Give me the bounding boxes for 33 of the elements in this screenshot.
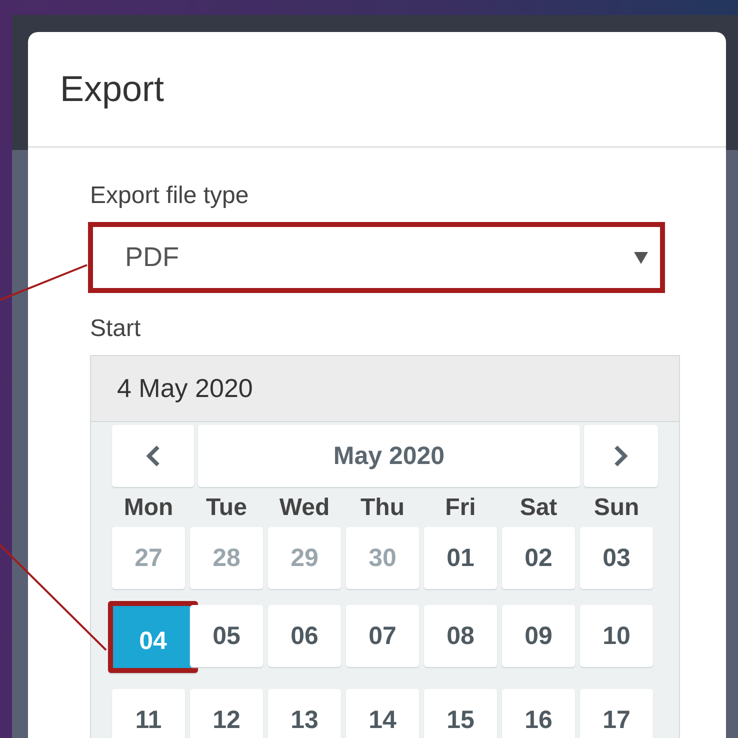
- day-cell[interactable]: 15: [424, 689, 497, 738]
- day-cell[interactable]: 09: [502, 605, 575, 667]
- chevron-left-icon: [145, 445, 161, 467]
- day-cell[interactable]: 03: [580, 527, 653, 589]
- day-cell[interactable]: 07: [346, 605, 419, 667]
- day-cell[interactable]: 14: [346, 689, 419, 738]
- file-type-select[interactable]: PDF: [88, 222, 665, 293]
- weekday-label: Thu: [360, 493, 406, 523]
- day-cell[interactable]: 06: [268, 605, 341, 667]
- field-label: Export file type: [90, 182, 250, 210]
- day-cell[interactable]: 13: [268, 689, 341, 738]
- weekday-label: Sat: [518, 493, 558, 523]
- day-cell[interactable]: 01: [424, 527, 497, 589]
- field-label: Start: [90, 315, 142, 343]
- chevron-right-icon: [613, 445, 629, 467]
- day-cell[interactable]: 10: [580, 605, 653, 667]
- weekday-label: Mon: [122, 493, 174, 523]
- day-cell[interactable]: 05: [190, 605, 263, 667]
- dialog-title: Export: [60, 68, 164, 110]
- caret-icon: [634, 252, 648, 264]
- month-title[interactable]: May 2020: [198, 425, 580, 487]
- weekday-label: Wed: [278, 493, 331, 523]
- day-cell[interactable]: 12: [190, 689, 263, 738]
- next-month-button[interactable]: [584, 425, 658, 487]
- day-cell[interactable]: 02: [502, 527, 575, 589]
- day-cell[interactable]: 16: [502, 689, 575, 738]
- day-cell[interactable]: 11: [112, 689, 185, 738]
- weekday-label: Tue: [205, 493, 248, 523]
- weekday-label: Fri: [444, 493, 477, 523]
- weekday-label: Sun: [592, 493, 640, 523]
- day-cell[interactable]: 17: [580, 689, 653, 738]
- day-cell[interactable]: 08: [424, 605, 497, 667]
- date-field[interactable]: 4 May 2020: [90, 355, 680, 422]
